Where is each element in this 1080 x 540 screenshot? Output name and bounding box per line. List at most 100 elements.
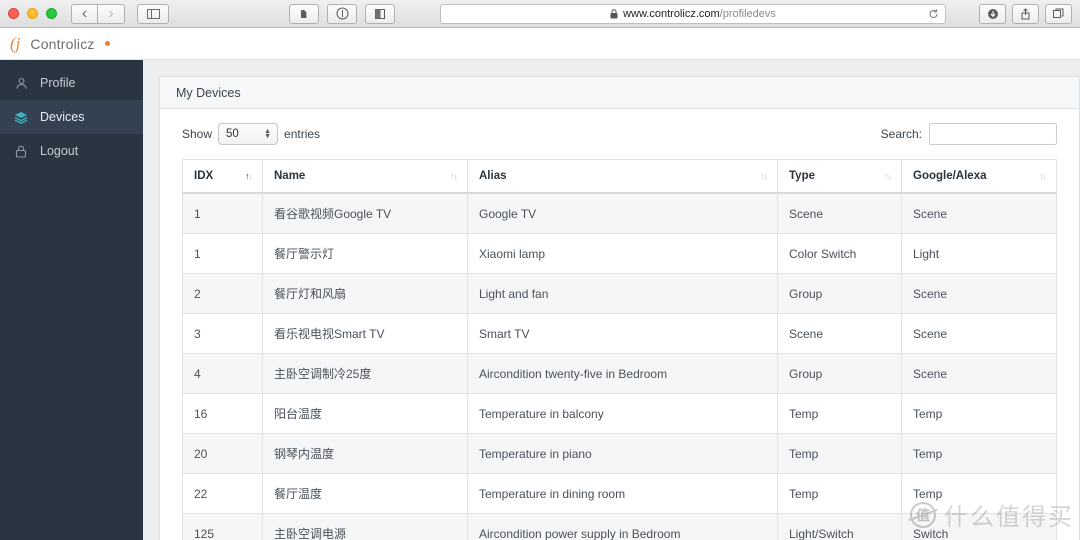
cell-type: Scene — [777, 192, 902, 234]
sort-icon: ↑↓ — [884, 171, 892, 181]
cell-google-alexa: Scene — [901, 273, 1057, 314]
forward-button[interactable]: › — [98, 3, 125, 24]
sidebar-toggle-button[interactable] — [137, 3, 169, 24]
column-header-alias[interactable]: Alias ↑↓ — [467, 159, 778, 194]
cell-type: Temp — [777, 393, 902, 434]
cell-idx: 3 — [182, 313, 263, 354]
sort-icon: ↑↓ — [1039, 171, 1047, 181]
table-body: 1 看谷歌视频Google TV Google TV Scene Scene 1 餐厅警示灯… — [182, 192, 1057, 540]
browser-toolbar: ‹ › www.controlicz.com/profiledevs — [0, 0, 1080, 28]
sidebar-item-label: Profile — [40, 76, 76, 90]
share-button[interactable] — [1012, 3, 1039, 24]
show-label: Show — [182, 127, 213, 141]
cell-idx: 125 — [182, 513, 263, 540]
close-window-button[interactable] — [8, 8, 19, 19]
evernote-extension-button[interactable] — [289, 3, 319, 24]
cell-google-alexa: Temp — [901, 393, 1057, 434]
zoom-window-button[interactable] — [46, 8, 57, 19]
column-label: IDX — [194, 170, 214, 182]
pocket-icon — [336, 7, 348, 20]
cell-name: 主卧空调制冷25度 — [262, 353, 468, 394]
reload-button[interactable] — [928, 8, 939, 19]
onenote-extension-button[interactable] — [365, 3, 395, 24]
cell-type: Group — [777, 353, 902, 394]
sort-icon: ↑↓ — [450, 171, 458, 181]
app-header: (j Controlicz — [0, 28, 1080, 60]
sidebar: Profile Devices Logout — [0, 60, 143, 540]
table-row[interactable]: 4 主卧空调制冷25度 Aircondition twenty-five in Be… — [182, 353, 1057, 394]
browser-right-buttons — [979, 3, 1072, 24]
layers-icon — [12, 111, 30, 124]
sidebar-icon — [146, 8, 160, 19]
tabs-icon — [1053, 8, 1064, 18]
cell-idx: 4 — [182, 353, 263, 394]
table-row[interactable]: 2 餐厅灯和风扇 Light and fan Group Scene — [182, 273, 1057, 314]
onenote-icon — [375, 8, 385, 19]
lock-icon — [12, 145, 30, 158]
devices-table: IDX ↑↓ Name ↑↓ Alias ↑↓ Type ↑↓ Google/A… — [182, 159, 1057, 540]
column-header-google-alexa[interactable]: Google/Alexa ↑↓ — [901, 159, 1057, 194]
sidebar-item-profile[interactable]: Profile — [0, 66, 143, 100]
cell-name: 阳台温度 — [262, 393, 468, 434]
cell-type: Light/Switch — [777, 513, 902, 540]
user-icon — [12, 77, 30, 90]
table-row[interactable]: 20 钢琴内温度 Temperature in piano Temp Temp — [182, 433, 1057, 474]
page-length-select[interactable]: 50 ▲ ▼ — [218, 123, 279, 145]
panel-body: Show 50 ▲ ▼ entries Search: IDX ↑↓ Name … — [160, 109, 1079, 540]
cell-idx: 1 — [182, 233, 263, 274]
table-header-row: IDX ↑↓ Name ↑↓ Alias ↑↓ Type ↑↓ Google/A… — [182, 159, 1057, 194]
search-control: Search: — [881, 123, 1057, 145]
back-button[interactable]: ‹ — [71, 3, 98, 24]
brand-name: Controlicz — [30, 35, 95, 52]
cell-type: Color Switch — [777, 233, 902, 274]
cell-alias: Aircondition twenty-five in Bedroom — [467, 353, 778, 394]
lock-icon — [610, 8, 618, 19]
cell-google-alexa: Scene — [901, 192, 1057, 234]
cell-name: 餐厅警示灯 — [262, 233, 468, 274]
table-row[interactable]: 3 看乐视电视Smart TV Smart TV Scene Scene — [182, 313, 1057, 354]
cell-type: Temp — [777, 433, 902, 474]
app-body: Profile Devices Logout My Devices Show 5… — [0, 60, 1080, 540]
table-row[interactable]: 1 看谷歌视频Google TV Google TV Scene Scene — [182, 192, 1057, 234]
cell-name: 主卧空调电源 — [262, 513, 468, 540]
cell-type: Temp — [777, 473, 902, 514]
tabs-button[interactable] — [1045, 3, 1072, 24]
sort-icon: ↑↓ — [760, 171, 768, 181]
column-header-name[interactable]: Name ↑↓ — [262, 159, 468, 194]
cell-type: Group — [777, 273, 902, 314]
column-header-idx[interactable]: IDX ↑↓ — [182, 159, 263, 194]
cell-idx: 22 — [182, 473, 263, 514]
cell-google-alexa: Light — [901, 233, 1057, 274]
minimize-window-button[interactable] — [27, 8, 38, 19]
table-row[interactable]: 22 餐厅温度 Temperature in dining room Temp Temp — [182, 473, 1057, 514]
table-row[interactable]: 125 主卧空调电源 Aircondition power supply in Be… — [182, 513, 1057, 540]
sort-icon: ↑↓ — [245, 171, 253, 181]
reload-icon — [929, 8, 938, 18]
sidebar-item-logout[interactable]: Logout — [0, 134, 143, 168]
column-label: Name — [274, 170, 306, 182]
main-content: My Devices Show 50 ▲ ▼ entries Search: I… — [143, 60, 1080, 540]
chevron-right-icon: › — [108, 4, 114, 22]
cell-alias: Temperature in piano — [467, 433, 778, 474]
address-bar[interactable]: www.controlicz.com/profiledevs — [440, 3, 946, 24]
cell-name: 看谷歌视频Google TV — [262, 192, 468, 234]
pocket-extension-button[interactable] — [327, 3, 357, 24]
sidebar-item-label: Devices — [40, 110, 85, 124]
cell-idx: 20 — [182, 433, 263, 474]
sidebar-item-label: Logout — [40, 144, 79, 158]
navigation-buttons: ‹ › — [71, 3, 125, 24]
share-icon — [1021, 7, 1030, 19]
cell-name: 钢琴内温度 — [262, 433, 468, 474]
search-input[interactable] — [929, 123, 1057, 145]
evernote-icon — [300, 9, 307, 18]
table-row[interactable]: 16 阳台温度 Temperature in balcony Temp Temp — [182, 393, 1057, 434]
downloads-button[interactable] — [979, 3, 1006, 24]
cell-alias: Google TV — [467, 192, 778, 234]
column-header-type[interactable]: Type ↑↓ — [777, 159, 902, 194]
column-label: Type — [789, 170, 815, 182]
table-row[interactable]: 1 餐厅警示灯 Xiaomi lamp Color Switch Light — [182, 233, 1057, 274]
cell-google-alexa: Scene — [901, 313, 1057, 354]
table-header: IDX ↑↓ Name ↑↓ Alias ↑↓ Type ↑↓ Google/A… — [182, 159, 1057, 194]
cell-alias: Xiaomi lamp — [467, 233, 778, 274]
sidebar-item-devices[interactable]: Devices — [0, 100, 143, 134]
